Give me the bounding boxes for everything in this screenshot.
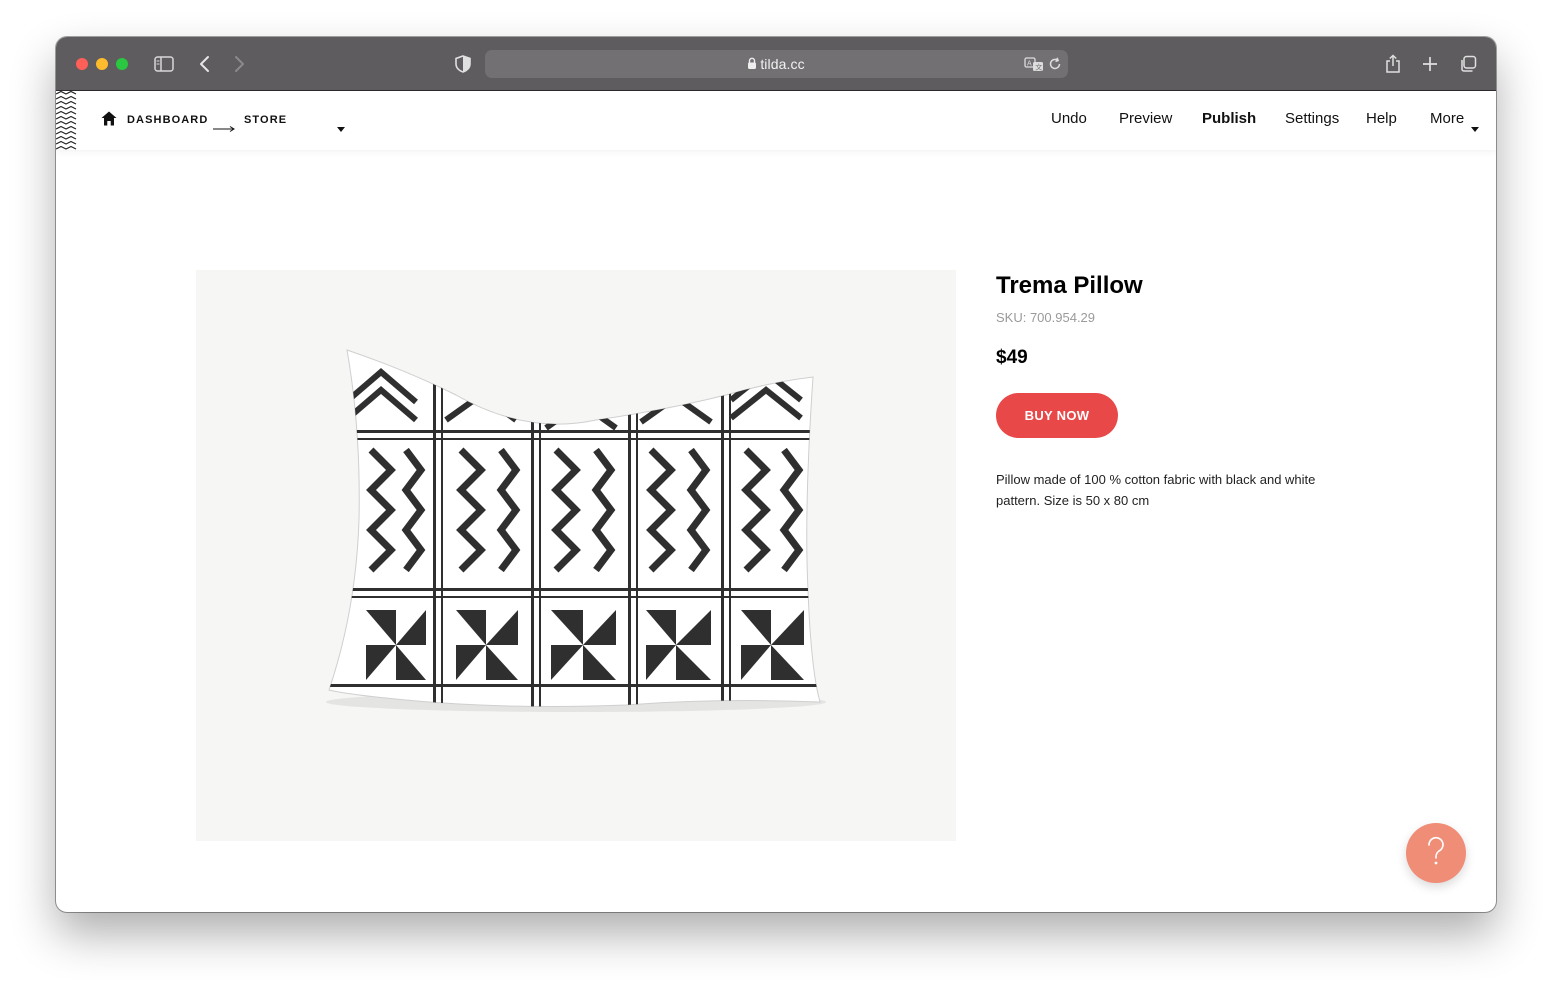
- product-description: Pillow made of 100 % cotton fabric with …: [996, 472, 1316, 508]
- home-icon[interactable]: [101, 111, 117, 131]
- forward-icon[interactable]: [227, 52, 251, 76]
- editor-top-nav: DASHBOARD STORE Undo Preview Publish Set…: [56, 91, 1496, 150]
- url-text: tilda.cc: [760, 56, 805, 72]
- publish-link[interactable]: Publish: [1202, 110, 1256, 127]
- translate-icon[interactable]: A文: [1024, 56, 1044, 77]
- browser-window: tilda.cc A文 DASHBOARD STORE Undo Preview…: [56, 37, 1496, 912]
- breadcrumb-arrow-icon: [213, 119, 235, 137]
- tab-overview-icon[interactable]: [1456, 52, 1480, 76]
- share-icon[interactable]: [1381, 52, 1405, 76]
- sidebar-toggle-icon[interactable]: [152, 52, 176, 76]
- privacy-shield-icon[interactable]: [451, 52, 475, 76]
- product-sku: SKU: 700.954.29: [996, 310, 1096, 325]
- svg-text:文: 文: [1035, 63, 1042, 72]
- settings-link[interactable]: Settings: [1285, 110, 1339, 127]
- more-caret-icon[interactable]: [1471, 119, 1479, 137]
- undo-link[interactable]: Undo: [1051, 110, 1087, 127]
- reload-icon[interactable]: [1048, 57, 1062, 76]
- close-window-button[interactable]: [76, 58, 88, 70]
- pillow-illustration: [326, 349, 826, 712]
- svg-text:A: A: [1027, 61, 1032, 68]
- address-bar[interactable]: tilda.cc A文: [485, 50, 1068, 78]
- breadcrumb-store[interactable]: STORE: [244, 114, 287, 126]
- new-tab-icon[interactable]: [1418, 52, 1442, 76]
- zoom-window-button[interactable]: [116, 58, 128, 70]
- breadcrumb-dashboard[interactable]: DASHBOARD: [127, 114, 208, 126]
- product-image[interactable]: [196, 270, 956, 841]
- back-icon[interactable]: [193, 52, 217, 76]
- help-link[interactable]: Help: [1366, 110, 1397, 127]
- more-menu[interactable]: More: [1430, 110, 1464, 127]
- buy-now-button[interactable]: BUY NOW: [996, 393, 1118, 438]
- tilda-logo-zigzag-icon: [56, 91, 77, 150]
- minimize-window-button[interactable]: [96, 58, 108, 70]
- browser-titlebar: tilda.cc A文: [56, 37, 1496, 91]
- preview-link[interactable]: Preview: [1119, 110, 1172, 127]
- product-title: Trema Pillow: [996, 272, 1143, 299]
- help-chat-button[interactable]: [1406, 823, 1466, 883]
- project-dropdown-caret-icon[interactable]: [337, 119, 345, 137]
- product-price: $49: [996, 347, 1028, 368]
- question-mark-icon: [1425, 836, 1447, 871]
